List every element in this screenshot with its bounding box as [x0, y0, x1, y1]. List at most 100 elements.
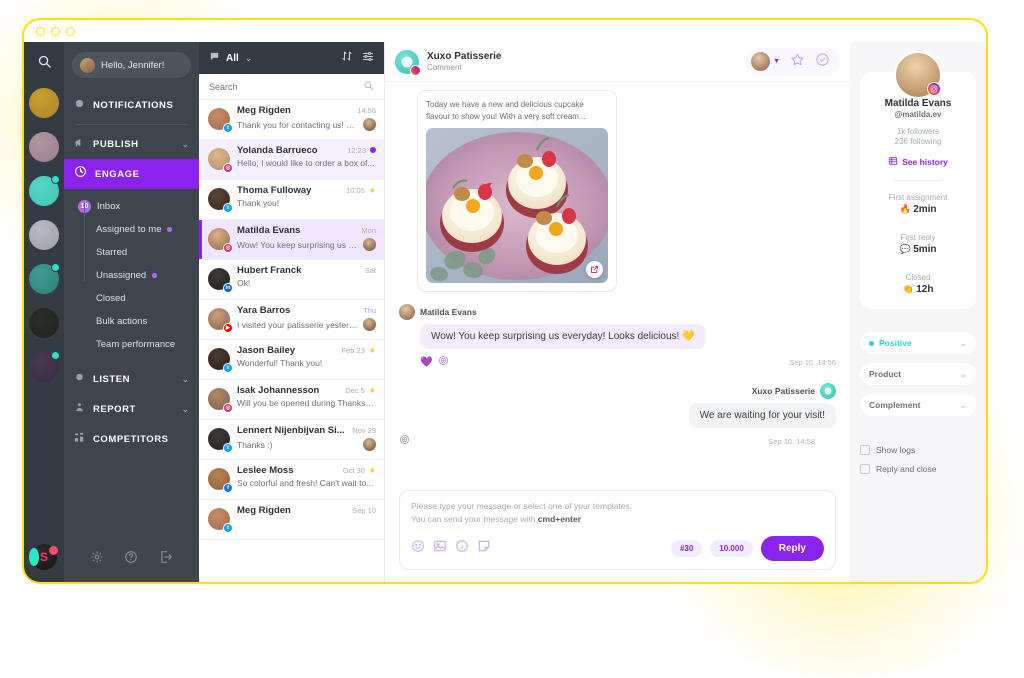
star-icon[interactable]: ★	[369, 346, 376, 355]
reply-composer[interactable]: Please type your message or select one o…	[399, 490, 836, 570]
profile-followers: 1k followers	[868, 127, 968, 136]
sort-icon[interactable]	[341, 49, 353, 67]
conversation-list-item[interactable]: ◎Yolanda Barrueco12:23Hello, I would lik…	[199, 140, 384, 180]
metric-spacer	[868, 215, 968, 225]
nav-section-notifications[interactable]: NOTIFICATIONS	[64, 90, 199, 120]
nav-divider	[76, 124, 187, 125]
chart-icon	[74, 400, 85, 418]
conversation-list-item[interactable]: tJason BaileyFeb 23★Wonderful! Thank you…	[199, 340, 384, 380]
logout-icon[interactable]	[159, 550, 173, 569]
chevron-down-icon[interactable]: ⌄	[245, 53, 253, 64]
gear-icon[interactable]	[90, 550, 104, 569]
see-history-button[interactable]: See history	[868, 156, 968, 168]
chevron-down-icon[interactable]: ⌄	[181, 139, 189, 150]
brand-grey-paint[interactable]	[29, 220, 59, 250]
brand-xuxo-patisserie[interactable]	[29, 176, 59, 206]
conversation-list-item[interactable]: tMeg RigdenSep 10	[199, 500, 384, 540]
conversation-name: Lennert Nijenbijvan Si...	[237, 425, 348, 436]
window-maximize-dot[interactable]	[66, 27, 75, 36]
nav-section-competitors[interactable]: COMPETITORS	[64, 424, 199, 454]
conversation-list-item[interactable]: tMeg Rigden14:56Thank you for contacting…	[199, 100, 384, 140]
window-titlebar	[24, 20, 986, 42]
instagram-like-icon[interactable]	[438, 353, 449, 371]
instagram-badge-icon: ◎	[223, 403, 233, 413]
metric-value: 💬 5min	[868, 244, 968, 255]
brand-dark-diamond[interactable]	[29, 308, 59, 338]
window-close-dot[interactable]	[36, 27, 45, 36]
message-thread[interactable]: Today we have a new and delicious cupcak…	[385, 82, 850, 490]
message-bubble: Wow! You keep surprising us everyday! Lo…	[420, 324, 706, 349]
conversation-list-item[interactable]: fLeslee MossOct 30★So colorful and fresh…	[199, 460, 384, 500]
category-select[interactable]: Product ⌄	[860, 363, 976, 385]
star-icon[interactable]: ★	[369, 386, 376, 395]
hashtag-counter-chip[interactable]: #30	[671, 540, 702, 557]
conversation-name: Jason Bailey	[237, 345, 337, 356]
nav-item-team-performance[interactable]: Team performance	[64, 333, 199, 356]
star-icon[interactable]	[790, 52, 805, 72]
nav-section-publish[interactable]: PUBLISH ⌄	[64, 129, 199, 159]
brand-gold-leaf[interactable]	[29, 88, 59, 118]
brand-mauve-tree[interactable]	[29, 132, 59, 162]
tag-select[interactable]: Complement ⌄	[860, 394, 976, 416]
select-label: Product	[869, 369, 901, 379]
check-circle-icon[interactable]	[815, 52, 830, 72]
conversation-search[interactable]	[199, 74, 384, 100]
sentiment-select[interactable]: Positive⌄	[860, 332, 976, 354]
checkbox-box[interactable]	[860, 464, 870, 474]
chevron-down-icon[interactable]: ⌄	[959, 400, 967, 411]
nav-item-bulk-actions[interactable]: Bulk actions	[64, 310, 199, 333]
instagram-badge-icon: ◎	[223, 243, 233, 253]
nav-section-report[interactable]: REPORT ⌄	[64, 394, 199, 424]
chevron-down-icon[interactable]: ▼	[773, 58, 780, 65]
conversation-time: 12:23	[347, 146, 366, 155]
chevron-down-icon[interactable]: ⌄	[959, 338, 967, 349]
post-image[interactable]	[426, 128, 608, 283]
assignee-selector[interactable]: ▼	[751, 52, 780, 71]
conversation-list-item[interactable]: ◎Matilda EvansMonWow! You keep surprisin…	[199, 220, 384, 260]
user-greeting[interactable]: Hello, Jennifer!	[72, 52, 191, 78]
checkbox-label: Reply and close	[876, 464, 936, 474]
instagram-like-icon[interactable]	[399, 432, 410, 450]
brand-bicycle[interactable]	[29, 264, 59, 294]
bell-icon	[74, 96, 85, 114]
company-logo-s[interactable]: S	[31, 544, 57, 570]
search-icon[interactable]	[363, 78, 374, 96]
window-minimize-dot[interactable]	[51, 27, 60, 36]
chevron-down-icon[interactable]: ⌄	[181, 404, 189, 415]
conversation-list-item[interactable]: inHubert FranckSatOk!	[199, 260, 384, 300]
assignee-avatar	[363, 238, 376, 251]
chevron-down-icon[interactable]: ⌄	[181, 374, 189, 385]
emoji-icon[interactable]	[411, 539, 425, 558]
conversation-list-item[interactable]: ▶Yara BarrosThuI visited your patisserie…	[199, 300, 384, 340]
select-label: Complement	[869, 400, 920, 410]
template-icon[interactable]	[477, 539, 491, 558]
star-icon[interactable]: ★	[369, 466, 376, 475]
reaction-heart[interactable]: 💜	[420, 357, 432, 368]
metric-emoji-icon: 💬	[899, 244, 913, 254]
help-icon[interactable]	[124, 550, 138, 569]
chevron-down-icon[interactable]: ⌄	[959, 369, 967, 380]
reply-button[interactable]: Reply	[761, 536, 824, 561]
star-icon[interactable]: ★	[369, 186, 376, 195]
conversation-list-item[interactable]: tThoma Fulloway10:05★Thank you!	[199, 180, 384, 220]
brand-colored-ring[interactable]	[29, 352, 59, 382]
image-icon[interactable]	[433, 539, 447, 558]
conversation-list-item[interactable]: tLennert Nijenbijvan Si...Nov 29Thanks :…	[199, 420, 384, 460]
composer-placeholder-line1: Please type your message or select one o…	[411, 500, 824, 514]
checkbox-box[interactable]	[860, 445, 870, 455]
search-input[interactable]	[209, 82, 363, 92]
show-logs-checkbox[interactable]: Show logs	[860, 445, 976, 455]
nav-section-listen[interactable]: LISTEN ⌄	[64, 364, 199, 394]
nav-section-engage[interactable]: ENGAGE	[64, 159, 199, 189]
nav-item-closed[interactable]: Closed	[64, 287, 199, 310]
grid-icon	[74, 430, 85, 448]
gif-icon[interactable]: g	[455, 539, 469, 558]
app-window: S Hello, Jennifer! NOTIFICATIONS	[22, 18, 988, 584]
sliders-icon[interactable]	[362, 49, 374, 67]
character-counter-chip[interactable]: 10.000	[710, 540, 752, 557]
conversation-scroll[interactable]: tMeg Rigden14:56Thank you for contacting…	[199, 100, 384, 582]
contact-details-panel: Matilda Evans @matilda.ev 1k followers 2…	[850, 42, 986, 582]
conversation-list-item[interactable]: ◎Isak JohannessonDec 5★Will you be opene…	[199, 380, 384, 420]
reply-and-close-checkbox[interactable]: Reply and close	[860, 464, 976, 474]
search-icon[interactable]	[37, 54, 52, 74]
